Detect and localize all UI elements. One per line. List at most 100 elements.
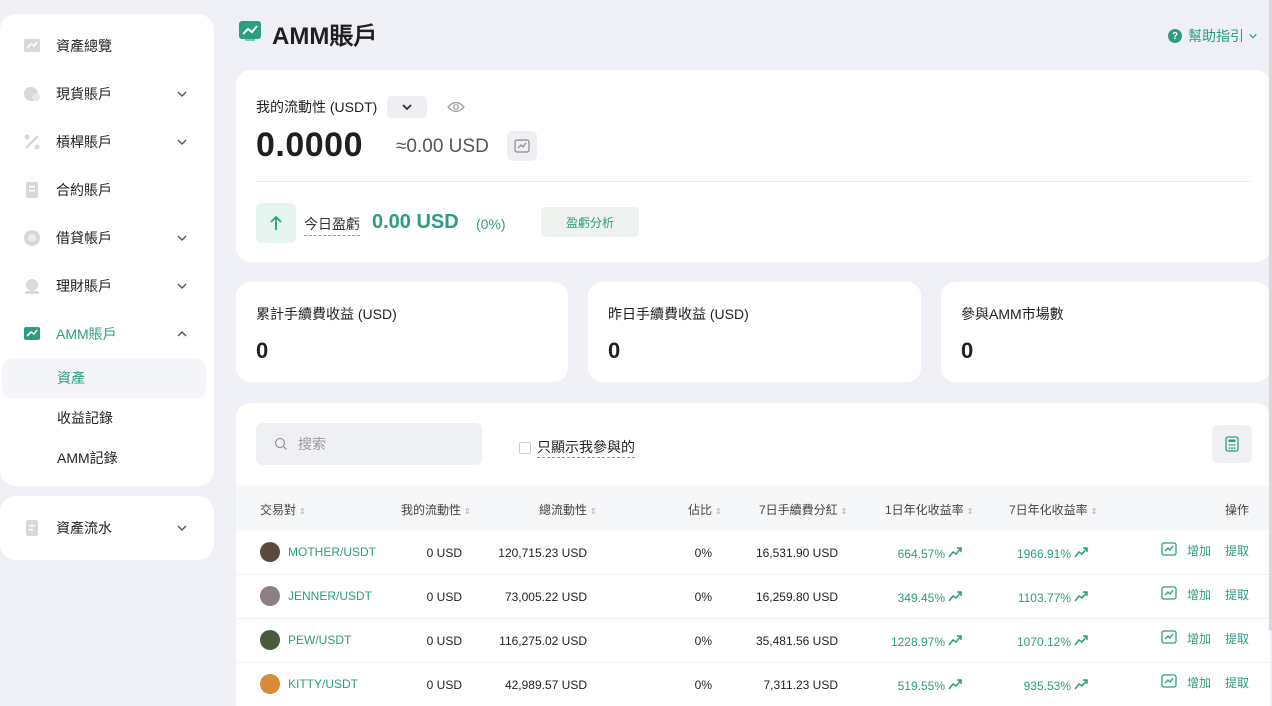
- column-header-share[interactable]: 佔比 ⇕: [688, 501, 722, 518]
- apy-1d-cell: 1228.97%: [891, 634, 962, 649]
- sidebar-item-futures[interactable]: 合約賬戶: [0, 166, 214, 214]
- currency-dropdown[interactable]: [387, 96, 428, 118]
- calculator-button[interactable]: [1212, 425, 1252, 463]
- trend-up-icon: [1074, 634, 1088, 649]
- add-liquidity-link[interactable]: 增加: [1187, 586, 1211, 603]
- amm-account-icon: [238, 20, 262, 47]
- stat-label: 昨日手續費收益 (USD): [608, 306, 749, 322]
- column-header-total-liquidity[interactable]: 總流動性 ⇕: [539, 501, 597, 518]
- sort-icon: ⇕: [715, 507, 722, 516]
- sidebar-item-label: AMM賬戶: [56, 326, 117, 342]
- apy-1d-cell: 349.45%: [898, 590, 962, 605]
- pair-link[interactable]: PEW/USDT: [260, 630, 351, 650]
- chart-icon[interactable]: [1161, 542, 1177, 556]
- usd-approx-value: ≈0.00 USD: [396, 136, 489, 157]
- sidebar-item-asset-flow[interactable]: 資產流水: [0, 504, 214, 552]
- today-pnl-percent: (0%): [476, 216, 506, 232]
- column-label: 7日年化收益率: [1009, 503, 1088, 517]
- pair-label: MOTHER/USDT: [288, 545, 376, 559]
- total-liquidity-cell: 116,275.02 USD: [499, 634, 587, 648]
- help-guide-link[interactable]: ? 幫助指引: [1168, 26, 1258, 46]
- chevron-down-icon: [177, 525, 187, 531]
- only-mine-checkbox[interactable]: 只顯示我參與的: [519, 437, 635, 458]
- pnl-analysis-button[interactable]: 盈虧分析: [541, 207, 639, 237]
- sidebar-item-amm[interactable]: AMM賬戶: [0, 310, 214, 358]
- sidebar-subitem-earnings-record[interactable]: 收益記錄: [0, 398, 214, 438]
- withdraw-link[interactable]: 提取: [1225, 542, 1249, 559]
- my-liquidity-cell: 0 USD: [426, 546, 462, 560]
- sidebar-item-earn[interactable]: 理財賬戶: [0, 262, 214, 310]
- pair-link[interactable]: JENNER/USDT: [260, 586, 372, 606]
- calculator-icon: [1225, 436, 1239, 452]
- apy-1d-value: 664.57%: [897, 546, 945, 561]
- column-header-my-liquidity[interactable]: 我的流動性 ⇕: [401, 501, 471, 518]
- column-label: 總流動性: [539, 503, 588, 517]
- chart-icon[interactable]: [1161, 674, 1177, 688]
- apy-7d-value: 1103.77%: [1017, 590, 1071, 605]
- search-input[interactable]: [298, 436, 468, 452]
- fee-7d-cell: 7,311.23 USD: [763, 678, 839, 692]
- pair-link[interactable]: KITTY/USDT: [260, 674, 358, 694]
- sidebar-subitem-amm-record[interactable]: AMM記錄: [0, 438, 214, 478]
- column-header-7d-fee[interactable]: 7日手續費分紅 ⇕: [759, 501, 847, 518]
- eye-icon[interactable]: [447, 101, 466, 113]
- sort-icon: ⇕: [464, 507, 471, 516]
- stat-value: 0: [961, 338, 974, 363]
- apy-7d-cell: 1103.77%: [1018, 590, 1088, 605]
- chart-icon[interactable]: [1161, 586, 1177, 600]
- sort-icon: ⇕: [840, 507, 848, 516]
- chevron-down-icon: [402, 104, 412, 111]
- withdraw-link[interactable]: 提取: [1225, 586, 1249, 603]
- coin-avatar: [260, 542, 280, 562]
- sidebar-subitem-assets[interactable]: 資產: [2, 358, 206, 398]
- amm-market-table-card: 只顯示我參與的 交易對⇕ 我的流動性⇕ 總流動性⇕ 佔比⇕ 7日手續費分紅⇕ 1…: [236, 403, 1270, 706]
- sidebar-item-label: 理財賬戶: [56, 278, 112, 294]
- sidebar-item-spot[interactable]: 現貨賬戶: [0, 70, 214, 118]
- sidebar-item-label: 資產總覽: [56, 38, 112, 54]
- column-label: 佔比: [688, 503, 713, 517]
- column-header-1d-apy[interactable]: 1日年化收益率 ⇕: [885, 501, 973, 518]
- question-icon: ?: [1168, 29, 1182, 43]
- share-cell: 0%: [694, 546, 712, 560]
- sort-icon: ⇕: [590, 507, 597, 516]
- withdraw-link[interactable]: 提取: [1225, 630, 1249, 647]
- trend-up-icon: [1074, 546, 1088, 561]
- amm-account-icon: [22, 324, 42, 344]
- my-liquidity-card: 我的流動性 (USDT) 0.0000 ≈0.00 USD 今日盈虧 0.00 …: [236, 70, 1270, 262]
- chart-icon: [514, 139, 530, 153]
- today-pnl-value: 0.00 USD: [372, 211, 459, 233]
- sidebar-item-margin[interactable]: 槓桿賬戶: [0, 118, 214, 166]
- apy-1d-value: 349.45%: [897, 590, 945, 605]
- add-liquidity-link[interactable]: 增加: [1187, 674, 1211, 691]
- pair-label: PEW/USDT: [288, 633, 352, 647]
- page-title: AMM賬戶: [272, 22, 378, 50]
- sort-icon: ⇕: [966, 507, 974, 516]
- sidebar-item-loan[interactable]: 借貸帳戶: [0, 214, 214, 262]
- sidebar-item-label: 槓桿賬戶: [56, 134, 112, 150]
- pair-link[interactable]: MOTHER/USDT: [260, 542, 376, 562]
- sort-icon: ⇕: [1090, 507, 1098, 516]
- table-row: JENNER/USDT 0 USD 73,005.22 USD 0% 16,259.80…: [236, 575, 1270, 619]
- add-liquidity-link[interactable]: 增加: [1187, 542, 1211, 559]
- pair-label: JENNER/USDT: [288, 589, 373, 603]
- sidebar-item-asset-overview[interactable]: 資產總覽: [0, 22, 214, 70]
- withdraw-link[interactable]: 提取: [1225, 674, 1249, 691]
- add-liquidity-link[interactable]: 增加: [1187, 630, 1211, 647]
- column-header-7d-apy[interactable]: 7日年化收益率 ⇕: [1009, 501, 1097, 518]
- column-header-pair[interactable]: 交易對 ⇕: [260, 501, 306, 518]
- total-liquidity-cell: 73,005.22 USD: [504, 590, 587, 604]
- chart-icon[interactable]: [1161, 630, 1177, 644]
- trend-up-icon: [948, 546, 962, 561]
- apy-1d-cell: 519.55%: [898, 678, 962, 693]
- table-row: MOTHER/USDT 0 USD 120,715.23 USD 0% 16,531.9…: [236, 531, 1270, 575]
- apy-1d-value: 519.55%: [897, 678, 945, 693]
- divider: [256, 181, 1250, 182]
- checkbox[interactable]: [519, 441, 531, 454]
- table-row: PEW/USDT 0 USD 116,275.02 USD 0% 35,481.56 U…: [236, 619, 1270, 663]
- spot-account-icon: [22, 84, 42, 104]
- trend-chart-button[interactable]: [507, 131, 537, 161]
- my-liquidity-cell: 0 USD: [426, 678, 462, 692]
- chevron-down-icon: [177, 91, 187, 97]
- my-liquidity-value: 0.0000: [256, 126, 363, 164]
- my-liquidity-label: 我的流動性 (USDT): [256, 99, 378, 115]
